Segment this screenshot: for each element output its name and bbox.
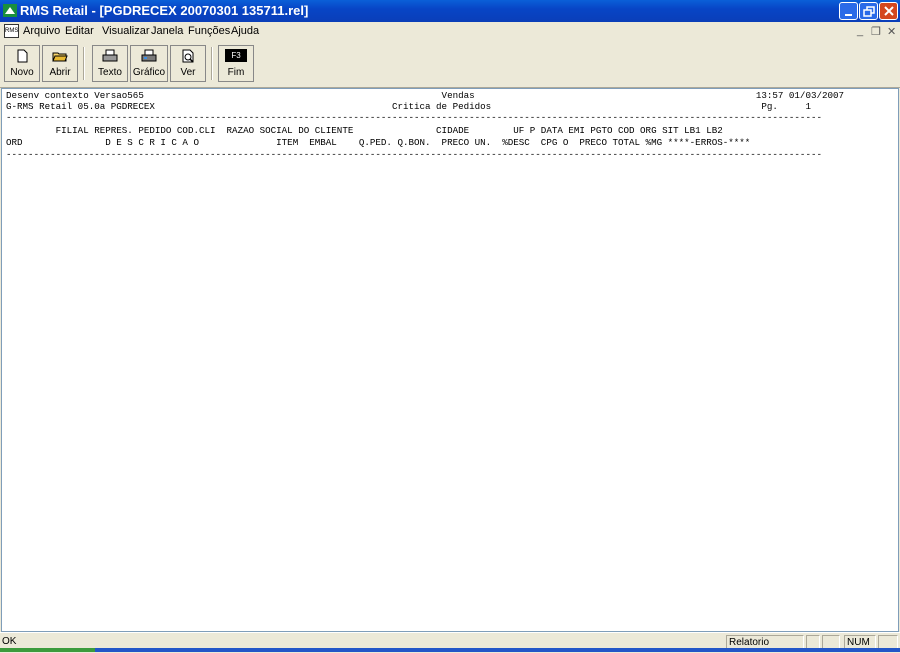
menu-ajuda[interactable]: Ajuda [231,25,259,37]
grafico-label: Gráfico [132,67,166,78]
new-document-icon [17,49,28,63]
novo-button[interactable]: Novo [4,45,40,82]
menu-janela[interactable]: Janela [151,25,183,37]
abrir-button[interactable]: Abrir [42,45,78,82]
report-line: ----------------------------------------… [6,112,822,123]
f3-key-icon: F3 [225,49,247,62]
open-folder-icon [52,52,68,62]
texto-button[interactable]: Texto [92,45,128,82]
mdi-restore-button[interactable]: ❐ [871,25,881,38]
restore-icon [863,6,875,17]
menu-funcoes[interactable]: Funções [188,25,230,37]
title-bar[interactable]: RMS Retail - [PGDRECEX 20070301 135711.r… [0,0,900,22]
document-menu-icon[interactable]: RMS [4,24,19,38]
menu-visualizar[interactable]: Visualizar [102,25,150,37]
toolbar-separator [211,47,213,80]
menu-arquivo[interactable]: Arquivo [23,25,60,37]
printer-graphic-icon [141,49,157,62]
fim-label: Fim [227,67,245,78]
report-line: G-RMS Retail 05.0a PGDRECEX Critica de P… [6,101,811,112]
printer-icon [102,49,118,62]
mdi-close-button[interactable]: ✕ [887,25,896,38]
report-line: ----------------------------------------… [6,149,822,160]
toolbar: Novo Abrir Texto Gráfico Ver F3 Fim [0,41,900,88]
grafico-button[interactable]: Gráfico [130,45,168,82]
ver-button[interactable]: Ver [170,45,206,82]
status-text: OK [2,636,17,647]
fim-button[interactable]: F3 Fim [218,45,254,82]
mdi-minimize-button[interactable]: _ [857,25,863,37]
report-line: ORD D E S C R I C A O ITEM EMBAL Q.PED. … [6,137,751,148]
window-title: RMS Retail - [PGDRECEX 20070301 135711.r… [20,3,309,18]
print-preview-icon [182,49,194,63]
menu-editar[interactable]: Editar [65,25,94,37]
texto-label: Texto [98,67,122,78]
start-button-edge[interactable] [0,648,95,652]
close-button[interactable] [879,2,898,20]
report-view[interactable]: Desenv contexto Versao565 Vendas 13:57 0… [1,88,899,632]
abrir-label: Abrir [49,67,71,78]
report-line: Desenv contexto Versao565 Vendas 13:57 0… [6,90,845,101]
taskbar-edge [0,648,900,652]
app-icon [3,4,17,17]
report-line: FILIAL REPRES. PEDIDO COD.CLI RAZAO SOCI… [6,125,723,136]
menu-bar: RMS Arquivo Editar Visualizar Janela Fun… [0,22,900,41]
minimize-icon [845,14,852,16]
close-icon [884,6,894,16]
ver-label: Ver [180,67,196,78]
restore-button[interactable] [859,2,878,20]
novo-label: Novo [10,67,34,78]
toolbar-separator [83,47,85,80]
minimize-button[interactable] [839,2,858,20]
